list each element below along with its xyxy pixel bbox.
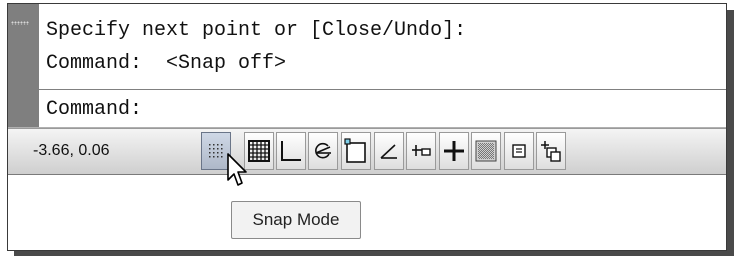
polar-tracking-button[interactable] [308,132,338,170]
polar-tracking-icon [315,142,331,159]
ortho-mode-icon [281,141,301,161]
command-divider [39,89,726,90]
cursor-coordinates[interactable]: -3.66, 0.06 [33,142,110,160]
status-bar: -3.66, 0.06 [8,128,726,175]
object-snap-tracking-button[interactable] [374,132,404,170]
mouse-pointer-icon [227,153,247,186]
object-snap-tracking-icon [380,144,397,159]
quick-properties-icon [541,141,561,162]
lineweight-button[interactable] [471,132,501,170]
object-snap-button[interactable] [341,132,371,170]
autocad-window-fragment: Specify next point or [Close/Undo]: Comm… [7,3,727,251]
command-window: Specify next point or [Close/Undo]: Comm… [8,4,726,128]
object-snap-icon [344,138,366,163]
snap-mode-tooltip: Snap Mode [231,201,361,239]
dynamic-input-icon [444,141,464,161]
dynamic-ucs-icon [412,145,431,156]
command-history-line: Specify next point or [Close/Undo]: [46,19,467,42]
command-window-grip[interactable] [8,4,39,127]
dynamic-ucs-button[interactable] [406,132,436,170]
snap-mode-icon [209,144,223,158]
quick-properties-button[interactable] [536,132,566,170]
transparency-button[interactable] [504,132,534,170]
lineweight-icon [475,140,497,162]
grid-display-icon [248,140,270,162]
grid-display-button[interactable] [244,132,274,170]
ortho-mode-button[interactable] [276,132,306,170]
command-prompt-input[interactable]: Command: [46,99,142,121]
transparency-icon [512,144,526,158]
command-history-line: Command: <Snap off> [46,52,287,75]
grip-dots-icon [11,21,29,25]
dynamic-input-button[interactable] [439,132,469,170]
